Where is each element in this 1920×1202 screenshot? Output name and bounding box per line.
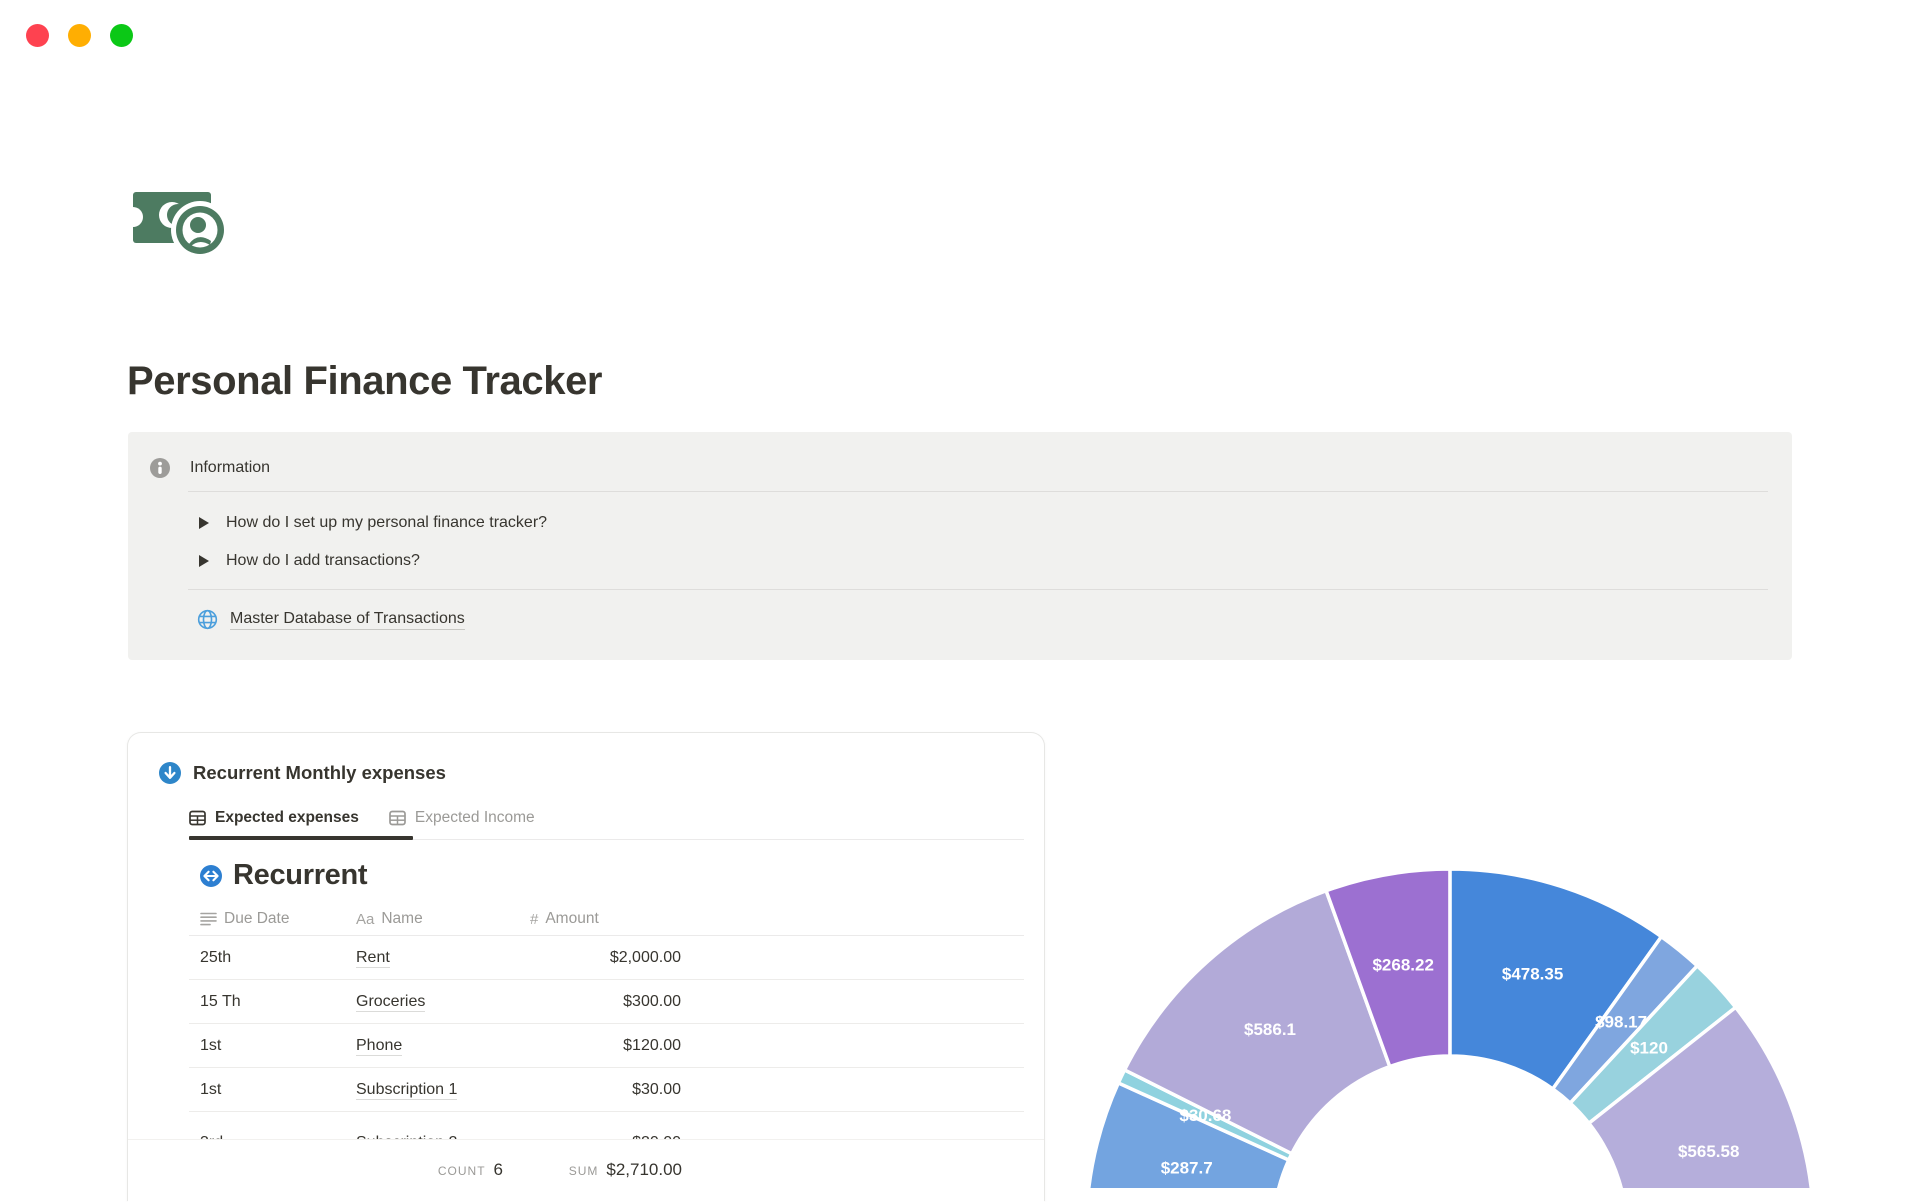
tab-expected-expenses[interactable]: Expected expenses [189,806,359,830]
segment-value-label: $565.58 [1678,1142,1739,1161]
info-icon [150,458,170,478]
recurrent-expenses-card: Recurrent Monthly expenses Expected expe… [127,732,1045,1202]
information-callout: Information How do I set up my personal … [128,432,1792,660]
page-link: Subscription 1 [356,1080,458,1100]
toggle-setup-question[interactable]: How do I set up my personal finance trac… [199,510,547,536]
minimize-button[interactable] [68,24,91,47]
circle-down-arrow-icon [159,762,181,784]
table-row[interactable]: 1st Phone $120.00 [189,1024,1024,1068]
callout-header: Information [150,458,270,478]
globe-icon [197,609,218,630]
page-link: Groceries [356,992,426,1012]
toggle-triangle-icon[interactable] [199,517,209,529]
table-view-icon [389,810,406,826]
column-header-name[interactable]: Aa Name [356,910,530,928]
view-tabs: Expected expenses Expected Income [189,806,535,830]
sum-aggregation[interactable]: SUM $2,710.00 [569,1160,682,1180]
segment-value-label: $30.68 [1179,1106,1231,1125]
page-link: Phone [356,1036,403,1056]
column-header-amount[interactable]: # Amount [530,910,599,928]
page-title[interactable]: Personal Finance Tracker [127,359,602,404]
table-row[interactable]: 25th Rent $2,000.00 [189,936,1024,980]
linked-database-header[interactable]: Recurrent [200,859,368,892]
table-header-row: Due Date Aa Name # Amount [200,910,599,928]
segment-value-label: $120 [1630,1038,1668,1057]
column-header-due-date[interactable]: Due Date [200,910,356,928]
toggle-triangle-icon[interactable] [199,555,209,567]
callout-title: Information [190,459,271,476]
donut-chart-svg: $287.7 $30.68 $586.1 $268.22 $478.35 $98.17 $1… [1087,867,1813,1188]
number-icon: # [530,910,539,928]
segment-value-label: $268.22 [1372,956,1433,975]
table-row[interactable]: 1st Subscription 1 $30.00 [189,1068,1024,1112]
page-icon-money[interactable] [123,182,237,262]
tab-bar-divider [189,839,1024,840]
segment-value-label: $478.35 [1502,964,1563,983]
title-icon: Aa [356,910,375,928]
table-body: 25th Rent $2,000.00 15 Th Groceries $300… [189,936,1024,1164]
window-controls [26,24,133,47]
card-title: Recurrent Monthly expenses [193,762,446,783]
segment-value-label: $586.1 [1244,1020,1296,1039]
card-header: Recurrent Monthly expenses [159,762,446,784]
expenses-donut-chart[interactable]: $287.7 $30.68 $586.1 $268.22 $478.35 $98.17 $1… [1080,860,1820,1188]
zoom-button[interactable] [110,24,133,47]
page-link: Rent [356,948,390,968]
select-lines-icon [200,912,217,926]
segment-value-label: $287.7 [1161,1158,1213,1177]
count-aggregation[interactable]: COUNT 6 [438,1160,503,1180]
close-button[interactable] [26,24,49,47]
dollar-banknote-icon [123,192,229,259]
table-view-icon [189,810,206,826]
database-title: Recurrent [233,859,368,891]
callout-divider [188,589,1768,590]
tab-expected-income[interactable]: Expected Income [389,806,535,830]
table-aggregation-footer: COUNT 6 SUM $2,710.00 [128,1139,1044,1202]
segment-value-label: $98.17 [1595,1012,1647,1031]
master-database-link[interactable]: Master Database of Transactions [196,608,465,631]
callout-divider [188,491,1768,492]
linked-database-arrows-icon [200,864,222,887]
table-row[interactable]: 15 Th Groceries $300.00 [189,980,1024,1024]
toggle-add-transactions-question[interactable]: How do I add transactions? [199,548,420,574]
